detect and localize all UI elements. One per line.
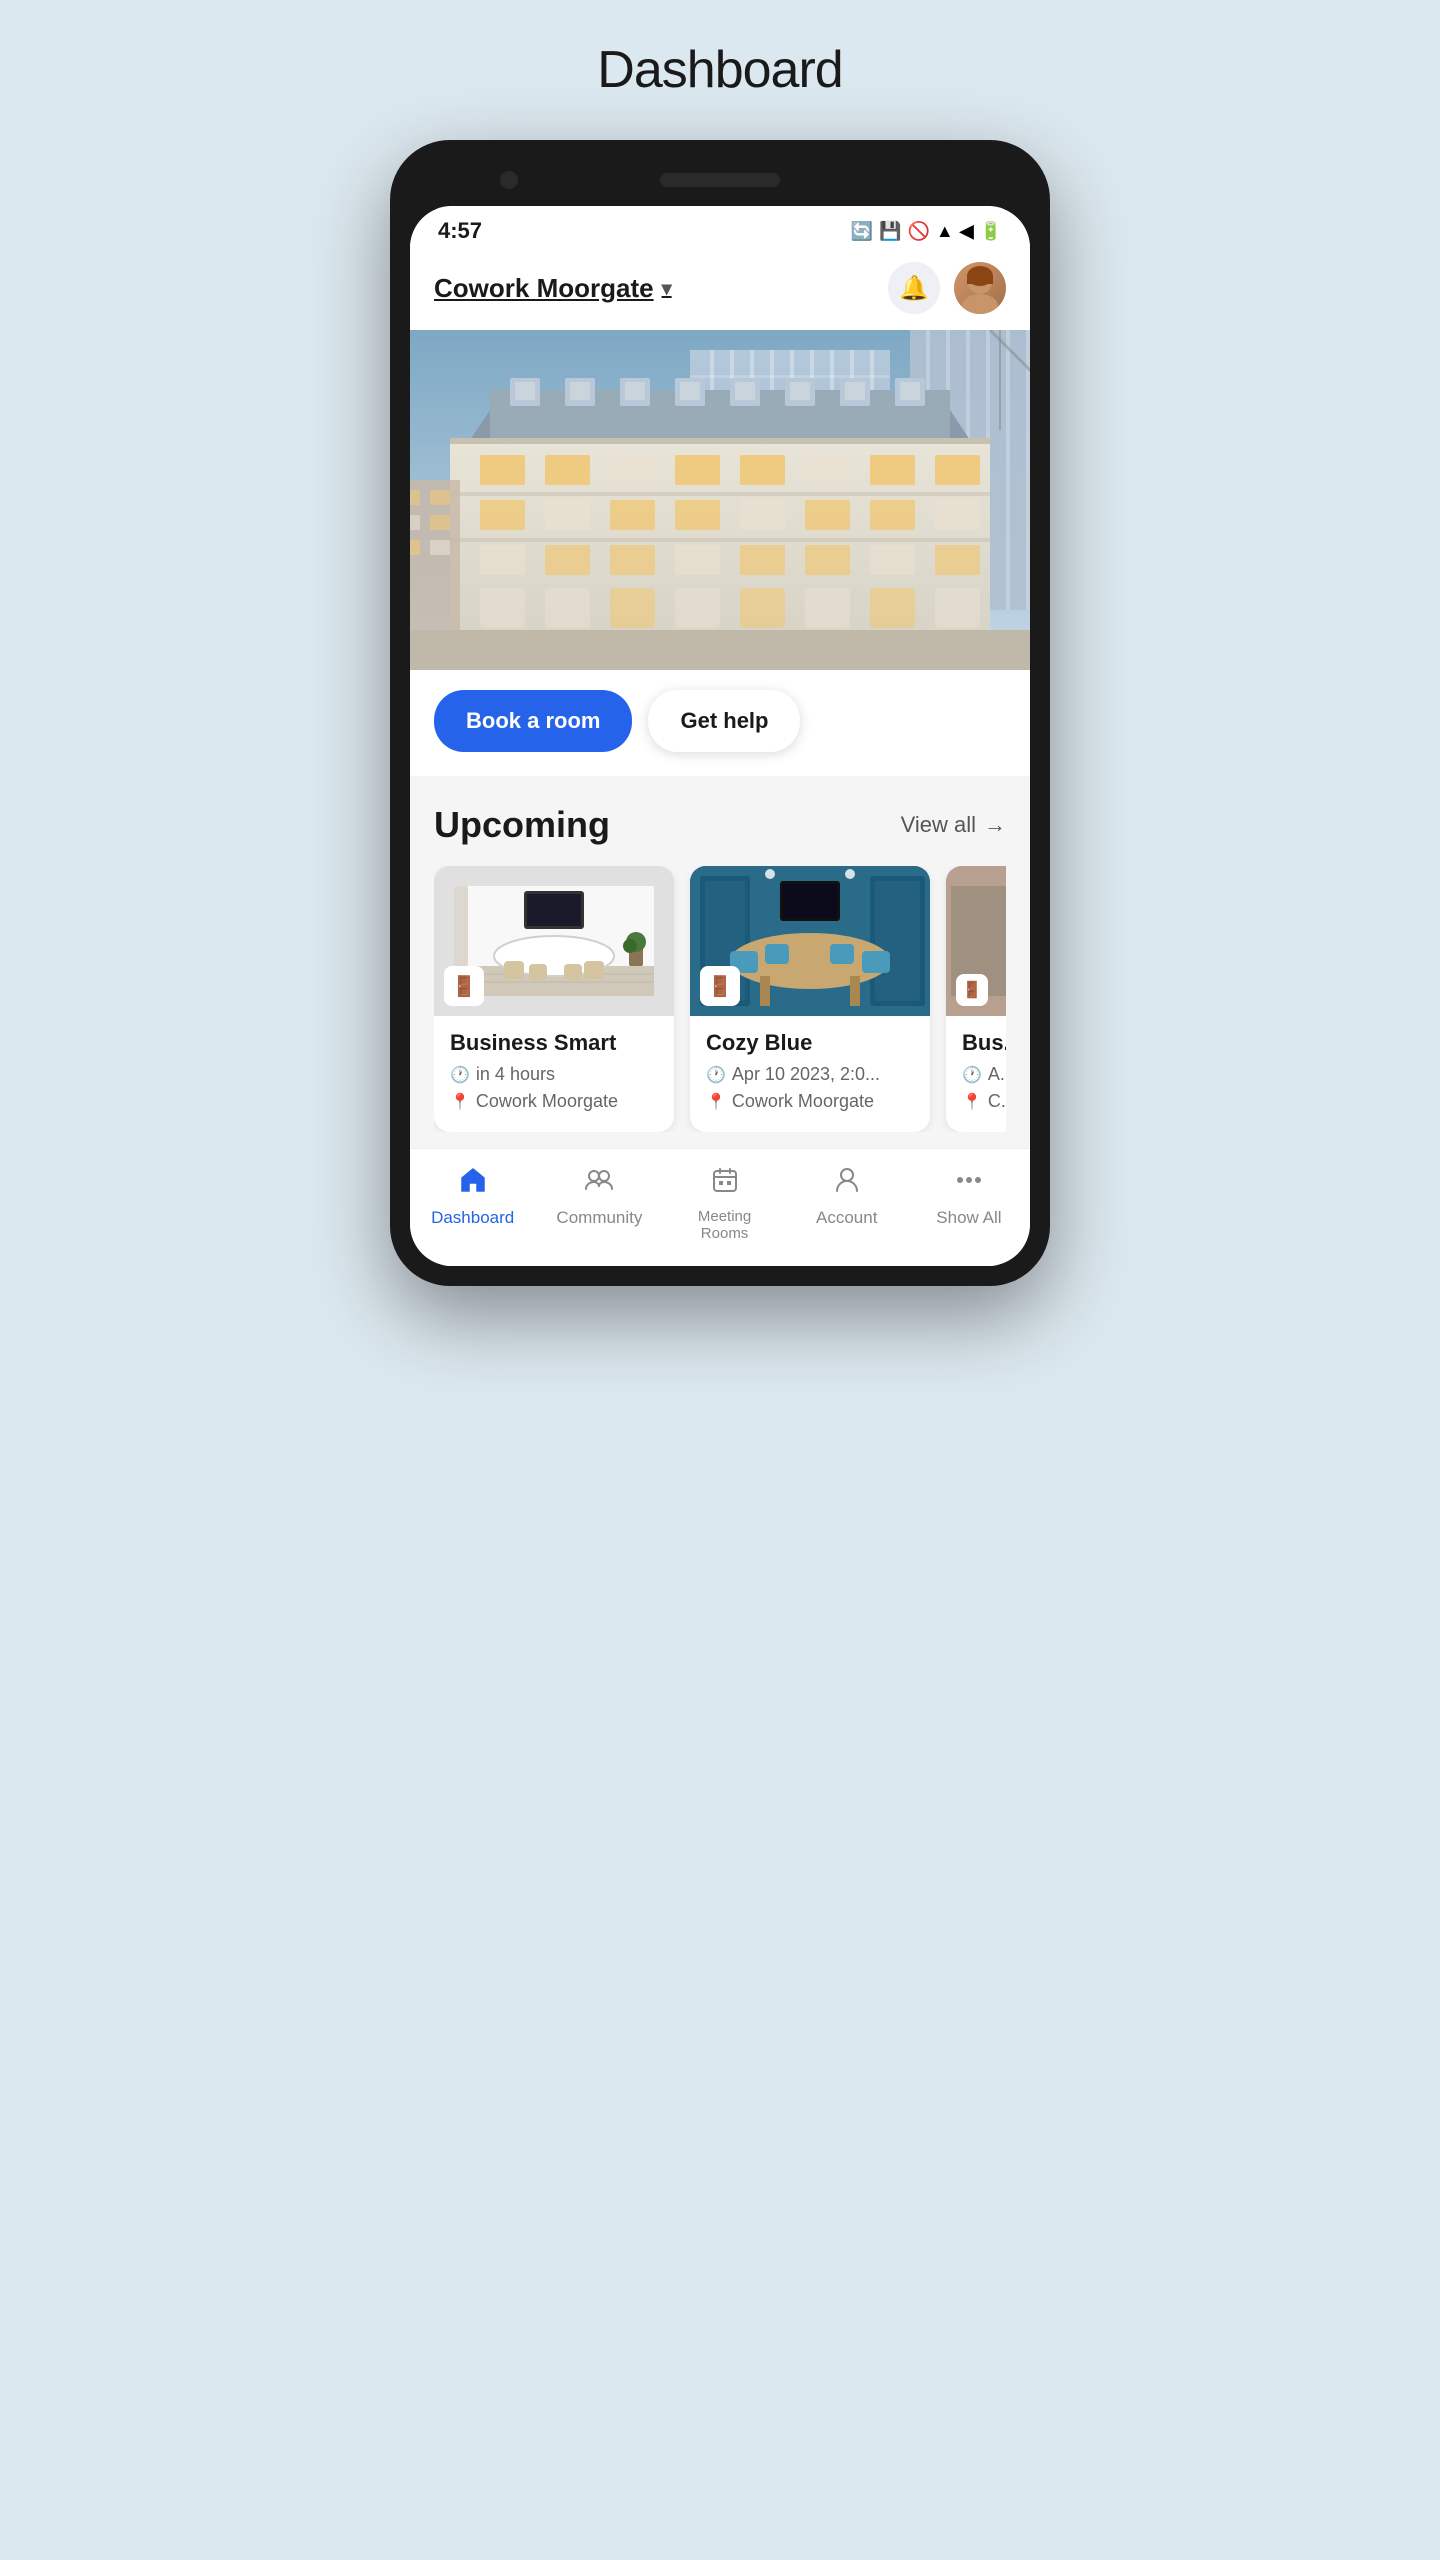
- card-location-text: C...: [988, 1091, 1006, 1112]
- clock-icon: 🕐: [706, 1065, 726, 1085]
- community-icon: [584, 1165, 614, 1202]
- sync-icon: 🔄: [851, 221, 873, 242]
- avatar[interactable]: [954, 262, 1006, 314]
- room-card[interactable]: 🚪 Bus... 🕐 A... 📍 C...: [946, 866, 1006, 1132]
- nav-item-show-all[interactable]: Show All: [929, 1165, 1009, 1242]
- location-icon: 📍: [962, 1092, 982, 1112]
- view-all-label: View all: [901, 812, 976, 838]
- card-time: 🕐 A...: [962, 1064, 1006, 1085]
- card-time: 🕐 Apr 10 2023, 2:0...: [706, 1064, 914, 1085]
- card-time-text: Apr 10 2023, 2:0...: [732, 1064, 880, 1085]
- page-title: Dashboard: [597, 40, 842, 100]
- card-room-name: Cozy Blue: [706, 1030, 914, 1056]
- nav-item-account[interactable]: Account: [807, 1165, 887, 1242]
- card-info: Bus... 🕐 A... 📍 C...: [946, 1016, 1006, 1132]
- status-icons: 🔄 💾 🚫 ▲ ◀ 🔋: [851, 221, 1002, 242]
- arrow-icon: →: [984, 812, 1006, 838]
- bottom-navigation: Dashboard Community: [410, 1148, 1030, 1266]
- room-cards-list: 🚪 Business Smart 🕐 in 4 hours 📍 Cowork M…: [434, 866, 1006, 1132]
- room-icon: 🚪: [956, 974, 988, 1006]
- book-room-button[interactable]: Book a room: [434, 690, 632, 752]
- nav-label-dashboard: Dashboard: [431, 1208, 514, 1228]
- card-info: Cozy Blue 🕐 Apr 10 2023, 2:0... 📍 Cowork…: [690, 1016, 930, 1132]
- card-time-text: in 4 hours: [476, 1064, 555, 1085]
- home-icon: [458, 1165, 488, 1202]
- account-icon: [832, 1165, 862, 1202]
- room-card[interactable]: 🚪 Cozy Blue 🕐 Apr 10 2023, 2:0... 📍 Cowo…: [690, 866, 930, 1132]
- upcoming-header: Upcoming View all →: [434, 804, 1006, 846]
- wifi-icon: ▲: [936, 221, 954, 242]
- nav-label-show-all: Show All: [936, 1208, 1001, 1228]
- more-icon: [954, 1165, 984, 1202]
- battery-icon: 🔋: [980, 221, 1002, 242]
- upcoming-section: Upcoming View all →: [410, 776, 1030, 1148]
- card-image: 🚪: [434, 866, 674, 1016]
- location-selector[interactable]: Cowork Moorgate ▾: [434, 273, 672, 304]
- room-icon: 🚪: [444, 966, 484, 1006]
- card-location-text: Cowork Moorgate: [476, 1091, 618, 1112]
- view-all-button[interactable]: View all →: [901, 812, 1006, 838]
- location-icon: 📍: [450, 1092, 470, 1112]
- clock-icon: 🕐: [450, 1065, 470, 1085]
- card-info: Business Smart 🕐 in 4 hours 📍 Cowork Moo…: [434, 1016, 674, 1132]
- clock-icon: 🕐: [962, 1065, 982, 1085]
- nav-item-dashboard[interactable]: Dashboard: [431, 1165, 514, 1242]
- cta-area: Book a room Get help: [410, 670, 1030, 776]
- card-room-name: Bus...: [962, 1030, 1006, 1056]
- card-location: 📍 C...: [962, 1091, 1006, 1112]
- notifications-button[interactable]: 🔔: [888, 262, 940, 314]
- card-image: 🚪: [690, 866, 930, 1016]
- nav-label-community: Community: [556, 1208, 642, 1228]
- get-help-button[interactable]: Get help: [648, 690, 800, 752]
- card-time: 🕐 in 4 hours: [450, 1064, 658, 1085]
- room-icon: 🚪: [700, 966, 740, 1006]
- chevron-down-icon: ▾: [662, 276, 672, 301]
- room-card[interactable]: 🚪 Business Smart 🕐 in 4 hours 📍 Cowork M…: [434, 866, 674, 1132]
- phone-camera: [500, 171, 518, 189]
- card-time-text: A...: [988, 1064, 1006, 1085]
- hero-image: [410, 330, 1030, 670]
- status-time: 4:57: [438, 218, 482, 244]
- phone-screen: 4:57 🔄 💾 🚫 ▲ ◀ 🔋 Cowork Moorgate ▾ 🔔: [410, 206, 1030, 1266]
- nav-label-meeting-rooms: Meeting Rooms: [698, 1208, 751, 1242]
- avatar-image: [954, 262, 1006, 314]
- nav-item-meeting-rooms[interactable]: Meeting Rooms: [685, 1165, 765, 1242]
- header-actions: 🔔: [888, 262, 1006, 314]
- phone-device: 4:57 🔄 💾 🚫 ▲ ◀ 🔋 Cowork Moorgate ▾ 🔔: [390, 140, 1050, 1286]
- card-room-name: Business Smart: [450, 1030, 658, 1056]
- location-name: Cowork Moorgate: [434, 273, 654, 304]
- location-icon: 📍: [706, 1092, 726, 1112]
- card-image: 🚪: [946, 866, 1006, 1016]
- app-header: Cowork Moorgate ▾ 🔔: [410, 252, 1030, 330]
- status-bar: 4:57 🔄 💾 🚫 ▲ ◀ 🔋: [410, 206, 1030, 252]
- card-location: 📍 Cowork Moorgate: [706, 1091, 914, 1112]
- card-location: 📍 Cowork Moorgate: [450, 1091, 658, 1112]
- phone-speaker: [660, 173, 780, 187]
- sd-icon: 💾: [879, 221, 901, 242]
- card-location-text: Cowork Moorgate: [732, 1091, 874, 1112]
- block-icon: 🚫: [907, 221, 929, 242]
- upcoming-title: Upcoming: [434, 804, 610, 846]
- nav-item-community[interactable]: Community: [556, 1165, 642, 1242]
- signal-icon: ◀: [960, 221, 974, 242]
- calendar-icon: [710, 1165, 740, 1202]
- nav-label-account: Account: [816, 1208, 877, 1228]
- phone-notch: [410, 160, 1030, 200]
